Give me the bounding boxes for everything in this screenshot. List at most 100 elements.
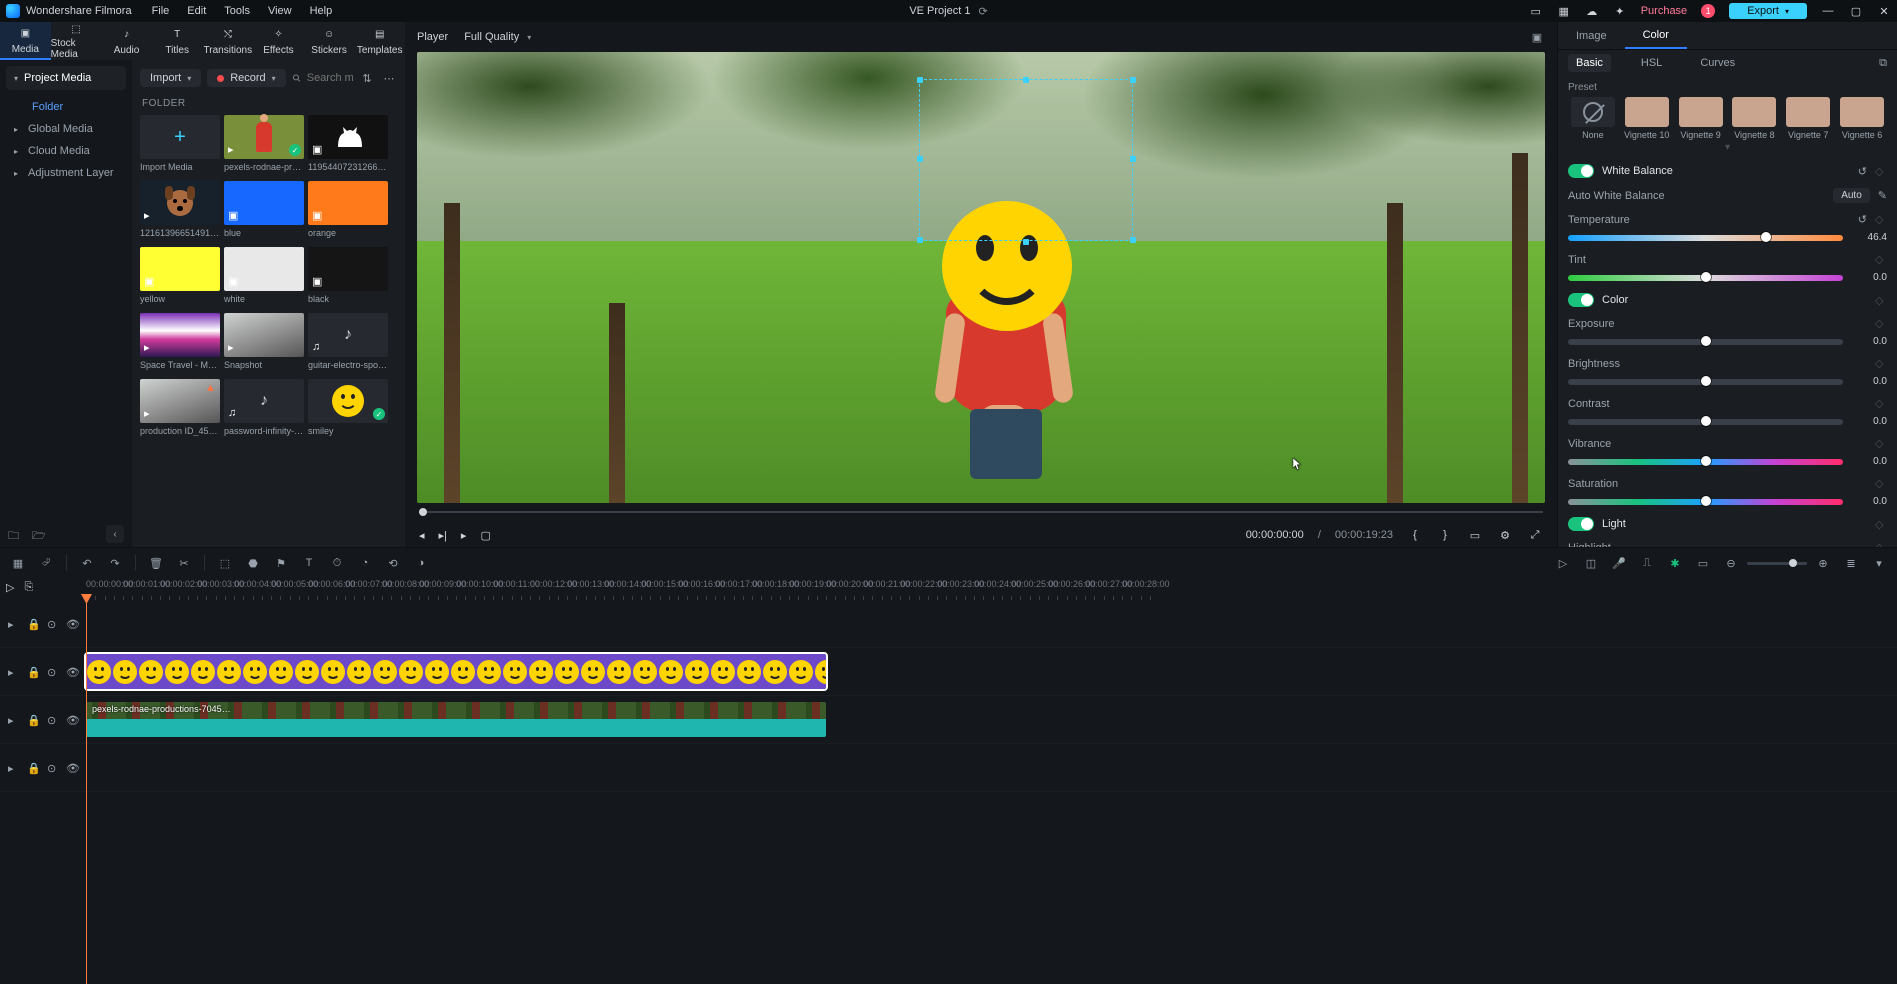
tl-mixer-icon[interactable]: ⎍ <box>1639 555 1655 571</box>
mark-out-icon[interactable]: } <box>1437 527 1453 543</box>
display-mode-icon[interactable]: ▭ <box>1467 527 1483 543</box>
fullscreen-icon[interactable]: ⤢ <box>1527 527 1543 543</box>
brightness-value[interactable]: 0.0 <box>1853 376 1887 387</box>
snapshot-icon[interactable]: ▣ <box>1529 29 1545 45</box>
temp-keyframe-slot[interactable]: ◇ <box>1875 213 1887 226</box>
stop-button[interactable]: ▢ <box>480 529 490 542</box>
vibrance-value[interactable]: 0.0 <box>1853 456 1887 467</box>
light-kf-slot[interactable]: ◇ <box>1875 518 1887 531</box>
vibrance-slider[interactable] <box>1568 459 1843 465</box>
temperature-slider[interactable] <box>1568 235 1843 241</box>
ribbon-media[interactable]: ▣Media <box>0 22 51 60</box>
ruler-link-icon[interactable]: ⎘ <box>24 581 33 594</box>
wb-keyframe-slot[interactable]: ◇ <box>1875 165 1887 178</box>
window-maximize-icon[interactable]: ▢ <box>1849 4 1863 18</box>
media-search[interactable] <box>292 72 353 84</box>
subtab-curves[interactable]: Curves <box>1692 54 1743 72</box>
preset-item[interactable]: Vignette 7 <box>1783 97 1833 140</box>
track-head-2[interactable]: ▸🔒⊙👁 <box>0 648 86 696</box>
media-item[interactable]: +Import Media <box>140 115 220 177</box>
sidebar-header-project-media[interactable]: Project Media <box>6 66 126 90</box>
tint-slider[interactable] <box>1568 275 1843 281</box>
auto-wb-button[interactable]: Auto <box>1833 188 1870 203</box>
settings-icon[interactable]: ⚙ <box>1497 527 1513 543</box>
purchase-link[interactable]: Purchase <box>1641 5 1687 17</box>
tint-value[interactable]: 0.0 <box>1853 272 1887 283</box>
project-refresh-icon[interactable]: ⟳ <box>978 5 987 18</box>
media-item[interactable]: ▣yellow <box>140 247 220 309</box>
brightness-slider[interactable] <box>1568 379 1843 385</box>
preview-canvas[interactable] <box>417 52 1545 503</box>
sidebar-item-global-media[interactable]: Global Media <box>0 118 132 140</box>
vibrance-kf-slot[interactable]: ◇ <box>1875 437 1887 450</box>
preset-item[interactable]: None <box>1568 97 1618 140</box>
menu-view[interactable]: View <box>268 5 292 17</box>
timeline-ruler[interactable]: ▷ ⎘ 00:00:00:0000:00:01:0000:00:02:0000:… <box>0 578 1897 600</box>
tl-crop-icon[interactable]: ⬚ <box>217 555 233 571</box>
contrast-value[interactable]: 0.0 <box>1853 416 1887 427</box>
ribbon-transitions[interactable]: ⤭Transitions <box>203 22 254 60</box>
contrast-slider[interactable] <box>1568 419 1843 425</box>
tl-play-icon[interactable]: ▷ <box>1555 555 1571 571</box>
tl-duration-icon[interactable]: ◔ <box>357 555 373 571</box>
color-toggle[interactable] <box>1568 293 1594 307</box>
tl-redo-icon[interactable]: ↷ <box>107 555 123 571</box>
preview-seekbar[interactable] <box>419 509 1543 515</box>
eyedropper-icon[interactable]: ✎ <box>1878 189 1887 202</box>
media-item[interactable]: ✓smiley <box>308 379 388 441</box>
preset-item[interactable]: Vignette 10 <box>1622 97 1672 140</box>
window-minimize-icon[interactable]: — <box>1821 4 1835 18</box>
media-search-input[interactable] <box>307 72 353 84</box>
tint-keyframe-slot[interactable]: ◇ <box>1875 253 1887 266</box>
tl-reverse-icon[interactable]: ⟲ <box>385 555 401 571</box>
tl-tag-icon[interactable]: ⬣ <box>245 555 261 571</box>
media-item[interactable]: ▸▲production ID_4568686 <box>140 379 220 441</box>
zoom-out-icon[interactable]: ⊖ <box>1723 555 1739 571</box>
tl-more-icon[interactable]: ▾ <box>1871 555 1887 571</box>
tl-list-icon[interactable]: ≣ <box>1843 555 1859 571</box>
sort-icon[interactable]: ⇅ <box>359 70 375 86</box>
tl-speed-icon[interactable]: ⏱ <box>329 555 345 571</box>
premium-icon[interactable]: ✦ <box>1613 4 1627 18</box>
media-item[interactable]: ▸12161396651491232744… <box>140 181 220 243</box>
prev-frame-button[interactable]: ◂ <box>419 529 425 542</box>
temperature-value[interactable]: 46.4 <box>1853 232 1887 243</box>
ribbon-templates[interactable]: ▤Templates <box>354 22 405 60</box>
wb-reset-icon[interactable]: ↺ <box>1858 165 1867 178</box>
media-item[interactable]: ♪♫password-infinity-123… <box>224 379 304 441</box>
tl-delete-icon[interactable]: 🗑 <box>148 555 164 571</box>
record-dropdown[interactable]: Record▾ <box>207 69 285 87</box>
ribbon-audio[interactable]: ♪Audio <box>101 22 152 60</box>
menu-file[interactable]: File <box>152 5 170 17</box>
selection-box[interactable] <box>919 79 1133 241</box>
tl-marker-icon[interactable]: ⚑ <box>273 555 289 571</box>
mark-in-icon[interactable]: { <box>1407 527 1423 543</box>
menu-edit[interactable]: Edit <box>187 5 206 17</box>
cloud-icon[interactable]: ☁ <box>1585 4 1599 18</box>
saturation-kf-slot[interactable]: ◇ <box>1875 477 1887 490</box>
menu-tools[interactable]: Tools <box>224 5 250 17</box>
media-item[interactable]: ♪♫guitar-electro-sport-tr… <box>308 313 388 375</box>
more-icon[interactable]: ⋯ <box>381 70 397 86</box>
tl-split-icon[interactable]: ✂ <box>176 555 192 571</box>
media-item[interactable]: ▸Snapshot <box>224 313 304 375</box>
tl-layout-icon[interactable]: ▭ <box>1695 555 1711 571</box>
zoom-slider[interactable] <box>1747 562 1807 565</box>
new-folder-icon[interactable]: 🗀 <box>8 527 22 541</box>
export-button[interactable]: Export▾ <box>1729 3 1807 19</box>
media-item[interactable]: ▣11954407231266496000… <box>308 115 388 177</box>
track-head-3[interactable]: ▸🔒⊙👁 <box>0 696 86 744</box>
lane-4[interactable] <box>86 744 1897 792</box>
grid-icon[interactable]: ▦ <box>1557 4 1571 18</box>
tl-text-icon[interactable]: T <box>301 555 317 571</box>
color-keyframe-slot[interactable]: ◇ <box>1875 294 1887 307</box>
temp-reset-icon[interactable]: ↺ <box>1858 213 1867 226</box>
media-item[interactable]: ▣orange <box>308 181 388 243</box>
highlight-kf-slot[interactable]: ◇ <box>1875 541 1887 547</box>
light-toggle[interactable] <box>1568 517 1594 531</box>
track-head-4[interactable]: ▸🔒⊙👁 <box>0 744 86 792</box>
media-item[interactable]: ▸Space Travel - Made w… <box>140 313 220 375</box>
menu-help[interactable]: Help <box>310 5 333 17</box>
saturation-slider[interactable] <box>1568 499 1843 505</box>
media-item[interactable]: ▣white <box>224 247 304 309</box>
